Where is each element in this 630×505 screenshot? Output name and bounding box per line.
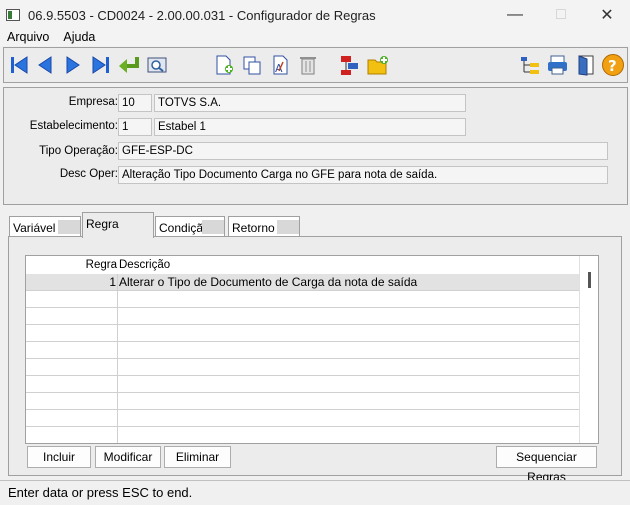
menu-ajuda[interactable]: Ajuda: [56, 28, 102, 46]
tab-retorno-label: Retorno: [232, 221, 275, 235]
menu-arquivo[interactable]: Arquivo: [0, 28, 56, 46]
minimize-icon[interactable]: —: [492, 0, 538, 30]
help-icon[interactable]: ?: [601, 53, 625, 77]
empty-row[interactable]: [26, 393, 580, 410]
empty-row[interactable]: [26, 308, 580, 325]
column-header-regra[interactable]: Regra: [26, 256, 117, 274]
first-record-icon[interactable]: [7, 53, 31, 77]
tipo-operacao-label: Tipo Operação:: [39, 145, 118, 157]
empty-row[interactable]: [26, 325, 580, 342]
estabelecimento-code-field: 1: [118, 118, 152, 136]
exit-icon[interactable]: [574, 53, 598, 77]
maximize-icon: □: [556, 6, 566, 23]
grid-header: Regra Descrição: [26, 256, 580, 274]
empty-row[interactable]: [26, 376, 580, 393]
search-icon[interactable]: [145, 53, 169, 77]
tree-icon[interactable]: [518, 53, 542, 77]
empty-row[interactable]: [26, 359, 580, 376]
tab-variavel[interactable]: Variável: [9, 216, 81, 236]
cell-descricao: Alterar o Tipo de Documento de Carga da …: [119, 275, 418, 289]
tab-condicao-shade: [202, 220, 224, 234]
new-folder-icon[interactable]: [366, 53, 390, 77]
previous-record-icon[interactable]: [33, 53, 57, 77]
empty-row[interactable]: [26, 291, 580, 308]
tab-condicao[interactable]: Condição: [155, 216, 225, 236]
modificar-button[interactable]: Modificar: [95, 446, 161, 468]
copy-icon[interactable]: [240, 53, 264, 77]
menu-bar: Arquivo Ajuda: [0, 28, 630, 46]
desc-oper-field: Alteração Tipo Documento Carga no GFE pa…: [118, 166, 608, 184]
title-bar: 06.9.5503 - CD0024 - 2.00.00.031 - Confi…: [0, 0, 630, 30]
incluir-button[interactable]: Incluir: [27, 446, 91, 468]
table-row[interactable]: 1 Alterar o Tipo de Documento de Carga d…: [26, 274, 580, 291]
new-document-icon[interactable]: [212, 53, 236, 77]
empty-row[interactable]: [26, 342, 580, 359]
empresa-name-field: TOTVS S.A.: [154, 94, 466, 112]
empresa-code-field: 10: [118, 94, 152, 112]
cell-regra: 1: [109, 275, 116, 289]
window-controls: — □ ✕: [492, 0, 630, 30]
sequenciar-regras-button[interactable]: Sequenciar Regras: [496, 446, 597, 484]
close-icon[interactable]: ✕: [584, 0, 630, 30]
eliminar-button[interactable]: Eliminar: [164, 446, 231, 468]
column-divider: [117, 274, 118, 443]
svg-text:?: ?: [608, 57, 617, 75]
tab-retorno-shade: [277, 220, 299, 234]
tab-variavel-shade: [58, 220, 80, 234]
go-to-icon[interactable]: [117, 53, 141, 77]
tab-regra[interactable]: Regra: [82, 212, 154, 238]
desc-oper-label: Desc Oper:: [59, 168, 118, 180]
print-icon[interactable]: [546, 53, 570, 77]
empty-row[interactable]: [26, 410, 580, 427]
grid-rows: 1 Alterar o Tipo de Documento de Carga d…: [26, 274, 580, 427]
tab-variavel-label: Variável: [13, 221, 56, 235]
estabelecimento-name-field: Estabel 1: [154, 118, 466, 136]
tipo-operacao-field: GFE-ESP-DC: [118, 142, 608, 160]
next-record-icon[interactable]: [61, 53, 85, 77]
edit-document-icon[interactable]: A: [268, 53, 292, 77]
tab-retorno[interactable]: Retorno: [228, 216, 300, 236]
toolbar: A ?: [3, 47, 628, 83]
status-bar: Enter data or press ESC to end.: [0, 480, 630, 505]
scrollbar-thumb[interactable]: [588, 272, 591, 288]
estabelecimento-label: Estabelecimento:: [29, 120, 118, 132]
window-title: 06.9.5503 - CD0024 - 2.00.00.031 - Confi…: [28, 7, 376, 23]
app-icon: [6, 9, 20, 21]
rules-icon[interactable]: [338, 53, 362, 77]
tab-regra-label: Regra: [86, 217, 119, 231]
last-record-icon[interactable]: [89, 53, 113, 77]
vertical-scrollbar[interactable]: [579, 256, 598, 443]
empresa-label: Empresa:: [68, 96, 118, 108]
delete-icon[interactable]: [296, 53, 320, 77]
rules-grid[interactable]: Regra Descrição 1 Alterar o Tipo de Docu…: [25, 255, 599, 444]
column-header-descricao[interactable]: Descrição: [119, 256, 170, 274]
